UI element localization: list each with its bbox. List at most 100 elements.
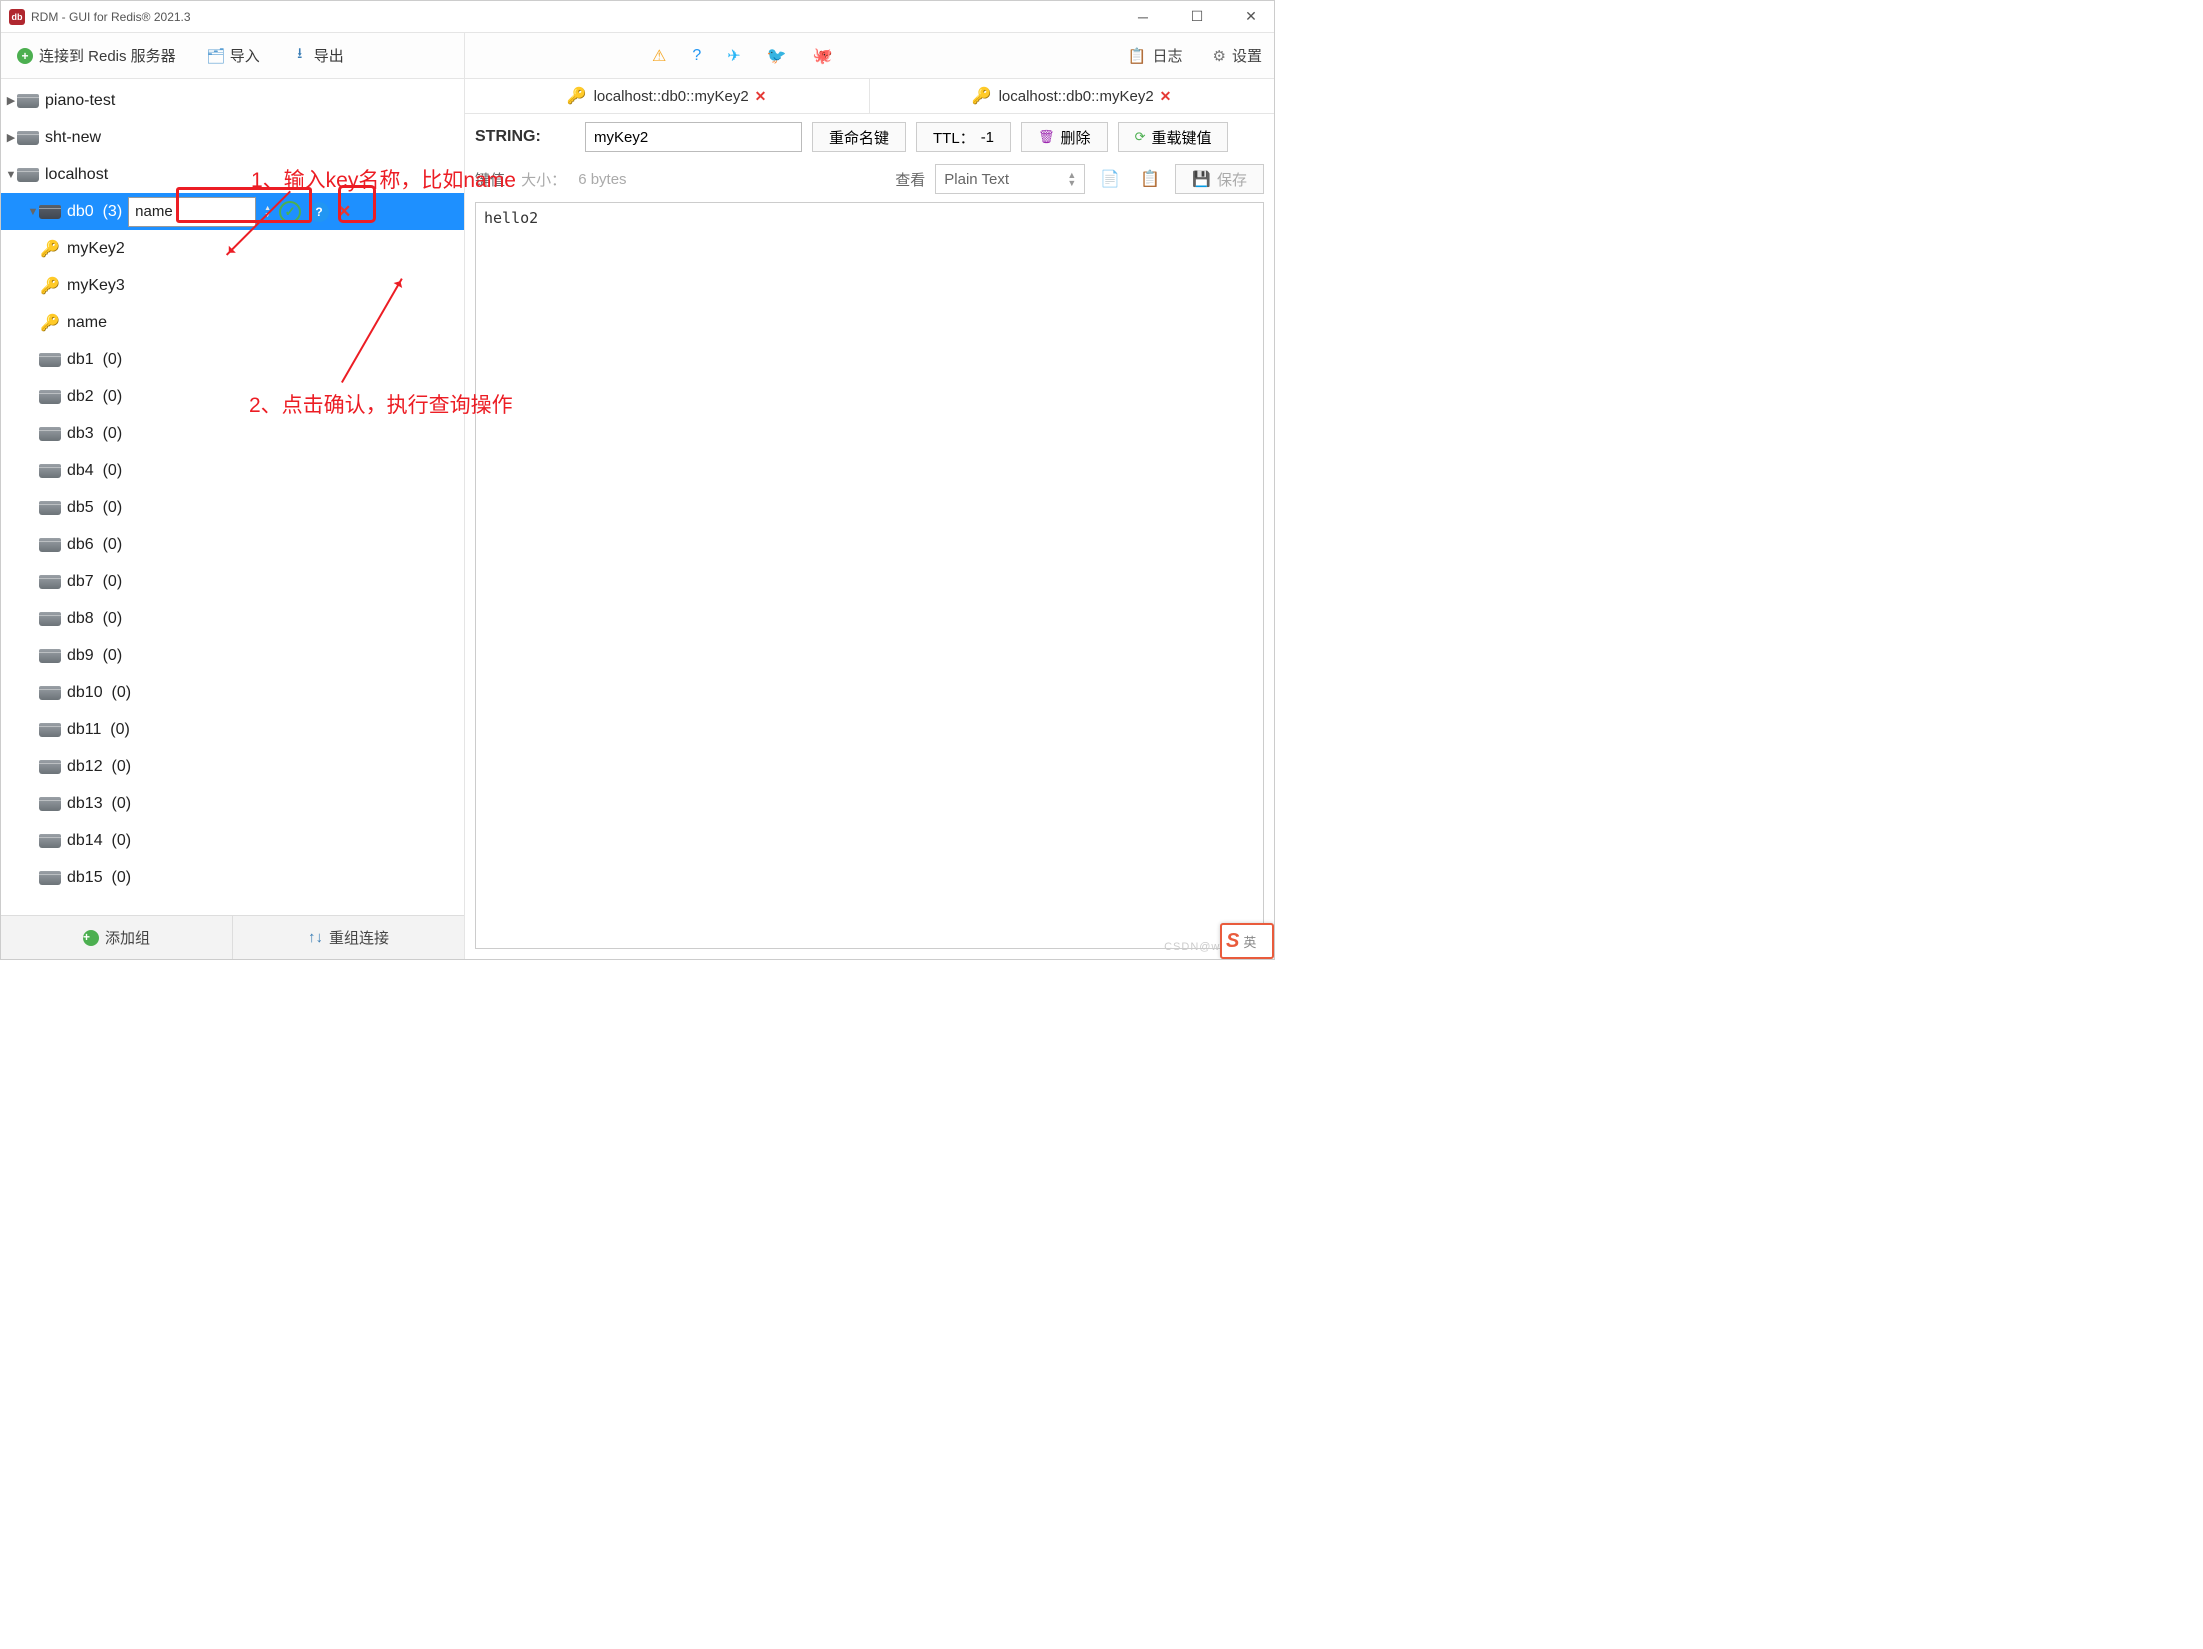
connect-server-button[interactable]: + 连接到 Redis 服务器 — [1, 33, 192, 78]
minimize-button[interactable]: ─ — [1128, 2, 1158, 32]
cancel-filter-button[interactable]: ✕ — [337, 202, 351, 222]
ime-badge[interactable]: S 英 — [1220, 923, 1274, 959]
database-icon — [39, 834, 61, 848]
database-item[interactable]: db1 (0) — [1, 341, 464, 378]
database-item[interactable]: db15 (0) — [1, 859, 464, 896]
rename-label: 重命名键 — [829, 127, 889, 148]
tab-close-button[interactable]: ✕ — [1160, 88, 1172, 105]
editor-tab[interactable]: 🔑localhost::db0::myKey2 ✕ — [465, 79, 870, 114]
regroup-button[interactable]: ↑↓ 重组连接 — [233, 916, 464, 959]
database-item[interactable]: db6 (0) — [1, 526, 464, 563]
plus-icon: + — [17, 48, 33, 64]
reload-label: 重载键值 — [1151, 127, 1211, 148]
database-name: db2 (0) — [67, 388, 122, 406]
import-label: 导入 — [230, 45, 260, 66]
maximize-button[interactable]: ☐ — [1182, 2, 1212, 32]
chevron-icon: ▼ — [27, 206, 39, 218]
reload-button[interactable]: ⟳ 重载键值 — [1118, 122, 1229, 152]
chevron-icon: ▶ — [5, 131, 17, 144]
export-label: 导出 — [314, 45, 344, 66]
database-item[interactable]: db13 (0) — [1, 785, 464, 822]
ttl-button[interactable]: TTL： -1 — [916, 122, 1011, 152]
import-icon: 🗂 — [208, 48, 224, 64]
filter-help-button[interactable]: ? — [309, 202, 329, 222]
connection-name: piano-test — [45, 92, 115, 110]
server-icon — [17, 168, 39, 182]
database-icon — [39, 205, 61, 219]
value-textarea[interactable]: hello2 — [475, 202, 1264, 949]
database-icon — [39, 464, 61, 478]
database-item[interactable]: db5 (0) — [1, 489, 464, 526]
connection-item[interactable]: ▶piano-test — [1, 82, 464, 119]
import-button[interactable]: 🗂 导入 — [192, 33, 276, 78]
gear-icon: ⚙ — [1213, 47, 1226, 65]
key-item[interactable]: 🔑name — [1, 304, 464, 341]
editor-tab[interactable]: 🔑localhost::db0::myKey2 ✕ — [870, 79, 1274, 114]
database-name: db6 (0) — [67, 536, 122, 554]
rename-button[interactable]: 重命名键 — [812, 122, 906, 152]
database-icon — [39, 353, 61, 367]
plus-icon: + — [83, 930, 99, 946]
database-item[interactable]: db7 (0) — [1, 563, 464, 600]
key-icon: 🔑 — [973, 87, 991, 105]
database-icon — [39, 797, 61, 811]
database-item[interactable]: db9 (0) — [1, 637, 464, 674]
save-button[interactable]: 💾 保存 — [1175, 164, 1264, 194]
database-icon — [39, 390, 61, 404]
copy-button[interactable]: 📄 — [1095, 164, 1125, 194]
connection-item[interactable]: ▶sht-new — [1, 119, 464, 156]
add-group-button[interactable]: + 添加组 — [1, 916, 233, 959]
settings-label: 设置 — [1232, 45, 1262, 66]
close-button[interactable]: ✕ — [1236, 2, 1266, 32]
database-item[interactable]: db4 (0) — [1, 452, 464, 489]
ttl-label: TTL： — [933, 127, 975, 148]
paste-button[interactable]: 📋 — [1135, 164, 1165, 194]
database-item[interactable]: db3 (0) — [1, 415, 464, 452]
log-button[interactable]: 📋 日志 — [1128, 45, 1183, 66]
database-item[interactable]: db10 (0) — [1, 674, 464, 711]
database-icon — [39, 871, 61, 885]
size-value: 6 bytes — [578, 171, 626, 188]
connection-name: localhost — [45, 166, 108, 184]
key-icon: 🔑 — [41, 240, 59, 258]
tab-close-button[interactable]: ✕ — [755, 88, 767, 105]
database-item[interactable]: db2 (0) — [1, 378, 464, 415]
key-icon: 🔑 — [41, 314, 59, 332]
save-label: 保存 — [1217, 169, 1247, 190]
main-toolbar: + 连接到 Redis 服务器 🗂 导入 ⭳ 导出 ⚠ ? ✈ 🐦 🐙 — [1, 33, 1274, 79]
ttl-value: -1 — [981, 129, 994, 146]
title-bar: db RDM - GUI for Redis® 2021.3 ─ ☐ ✕ — [1, 1, 1274, 33]
confirm-filter-button[interactable]: ✓ — [279, 201, 301, 223]
key-filter-input[interactable] — [128, 197, 256, 227]
database-item[interactable]: db14 (0) — [1, 822, 464, 859]
delete-button[interactable]: 🗑 删除 — [1021, 122, 1108, 152]
github-icon[interactable]: 🐙 — [813, 46, 833, 66]
warning-icon[interactable]: ⚠ — [652, 46, 666, 66]
help-icon[interactable]: ? — [692, 47, 701, 65]
formatter-select[interactable]: Plain Text ▲▼ — [935, 164, 1085, 194]
database-item[interactable]: db8 (0) — [1, 600, 464, 637]
connection-item[interactable]: ▼localhost — [1, 156, 464, 193]
database-item[interactable]: db12 (0) — [1, 748, 464, 785]
formatter-value: Plain Text — [944, 171, 1009, 188]
database-name: db5 (0) — [67, 499, 122, 517]
database-icon — [39, 427, 61, 441]
database-item[interactable]: ▼db0 (3) ▲▼ ✓ ? ✕ — [1, 193, 464, 230]
connect-label: 连接到 Redis 服务器 — [39, 45, 176, 66]
regroup-icon: ↑↓ — [308, 929, 323, 946]
database-icon — [39, 501, 61, 515]
key-content-area: 🔑localhost::db0::myKey2 ✕🔑localhost::db0… — [465, 79, 1274, 959]
settings-button[interactable]: ⚙ 设置 — [1213, 45, 1262, 66]
export-button[interactable]: ⭳ 导出 — [276, 33, 360, 78]
type-label: STRING: — [475, 128, 575, 146]
value-label: 键值: — [475, 169, 509, 190]
database-icon — [39, 723, 61, 737]
database-item[interactable]: db11 (0) — [1, 711, 464, 748]
key-name-input[interactable] — [585, 122, 802, 152]
key-item[interactable]: 🔑myKey3 — [1, 267, 464, 304]
twitter-icon[interactable]: 🐦 — [767, 46, 787, 66]
connection-tree[interactable]: ▶piano-test▶sht-new▼localhost▼db0 (3) ▲▼… — [1, 79, 464, 915]
telegram-icon[interactable]: ✈ — [727, 46, 740, 66]
database-icon — [39, 575, 61, 589]
size-label: 大小： — [521, 169, 566, 190]
